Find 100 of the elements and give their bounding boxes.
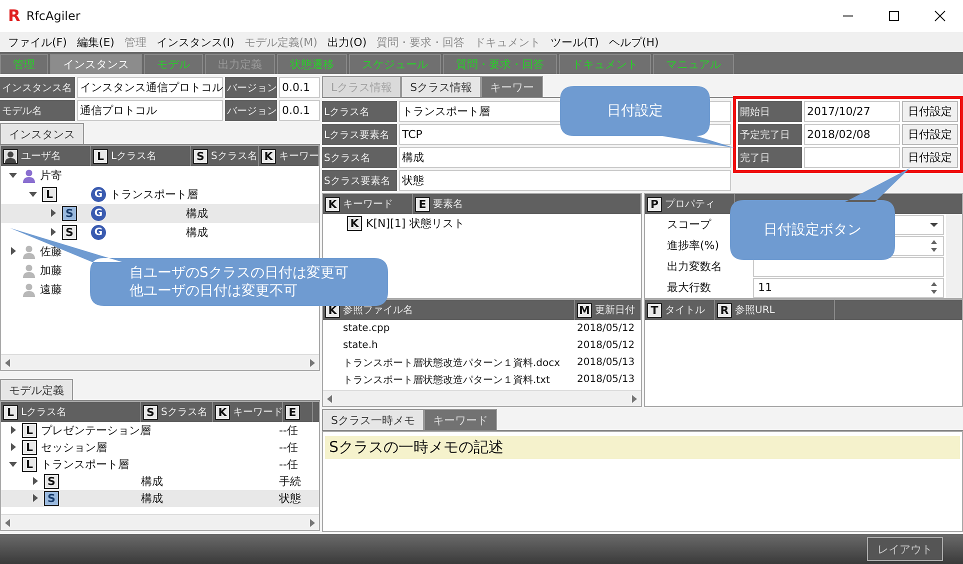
letter-icon: K xyxy=(261,148,276,164)
letter-icon: S xyxy=(143,404,158,420)
letter-icon: L xyxy=(22,457,37,472)
callout-text: 自ユーザのSクラスの日付は変更可 他ユーザの日付は変更不可 xyxy=(130,264,348,300)
close-icon[interactable] xyxy=(934,10,946,22)
tree-row[interactable]: S G 構成 xyxy=(1,223,319,242)
column-header[interactable]: プロパティ xyxy=(665,197,715,211)
expand-arrow-icon[interactable] xyxy=(9,426,18,435)
text-field[interactable]: 状態 xyxy=(399,170,731,191)
user-name: 加藤 xyxy=(40,263,62,278)
column-header[interactable]: キーワード xyxy=(233,405,283,419)
expand-arrow-icon[interactable] xyxy=(9,247,18,256)
letter-icon: K xyxy=(325,196,340,212)
tab[interactable]: キーワード xyxy=(424,409,497,430)
table-cell: --任 xyxy=(279,423,298,438)
collapse-arrow-icon[interactable] xyxy=(9,171,18,180)
text-field[interactable]: インスタンス通信プロトコル xyxy=(77,77,223,98)
spin-arrows-icon[interactable] xyxy=(929,238,939,252)
user-name: 遠藤 xyxy=(40,282,62,297)
menu-item[interactable]: 出力(O) xyxy=(327,34,367,50)
expand-arrow-icon[interactable] xyxy=(49,228,58,237)
callout-text: 日付設定 xyxy=(607,102,663,120)
user-name: 片寄 xyxy=(40,168,62,183)
date-set-button[interactable]: 日付設定 xyxy=(902,101,958,122)
tree-label: トランスポート層 xyxy=(41,457,129,472)
spin-arrows-icon[interactable] xyxy=(929,280,939,294)
tree-label: 構成 xyxy=(186,206,208,221)
memo-text[interactable]: Sクラスの一時メモの記述 xyxy=(325,436,960,459)
field-label: インスタンス名 xyxy=(0,77,75,98)
field-label: バージョン xyxy=(225,77,277,98)
tree-row[interactable]: S 構成 手続 xyxy=(1,473,319,490)
tree-row[interactable]: S 構成 状態 xyxy=(1,490,319,507)
text-field[interactable]: 0.0.1 xyxy=(279,100,320,121)
column-header[interactable]: タイトル xyxy=(665,303,705,317)
tree-label: 構成 xyxy=(141,491,163,506)
menu-item[interactable]: ヘルプ(H) xyxy=(608,34,659,50)
expand-arrow-icon[interactable] xyxy=(31,477,40,486)
field-label: 開始日 xyxy=(738,101,802,122)
table-cell: K[N][1] xyxy=(366,217,406,230)
column-header[interactable]: Sクラス名 xyxy=(211,149,258,163)
file-name: トランスポート層状態改造パターン１資料.txt xyxy=(343,374,550,386)
letter-icon: M xyxy=(577,302,592,318)
menu-item[interactable]: ツール(T) xyxy=(550,34,599,50)
tree-row[interactable]: L セッション層 --任 xyxy=(1,439,319,456)
layout-button[interactable]: レイアウト xyxy=(867,537,943,561)
tree-row[interactable]: L プレゼンテーション層 --任 xyxy=(1,422,319,439)
letter-icon: E xyxy=(285,404,300,420)
collapse-arrow-icon[interactable] xyxy=(9,460,18,469)
letter-icon: S xyxy=(193,148,208,164)
field-label: 完了日 xyxy=(738,147,802,168)
column-header[interactable]: Lクラス名 xyxy=(111,149,157,163)
letter-icon: R xyxy=(717,302,732,318)
table-cell: 2018/05/13 xyxy=(577,357,635,368)
field-label: Sクラス名 xyxy=(322,147,397,168)
table-cell: 手続 xyxy=(279,474,301,489)
app-logo: R xyxy=(8,8,20,24)
dropdown-arrow-icon[interactable] xyxy=(929,220,939,228)
tab[interactable]: Sクラス一時メモ xyxy=(322,409,424,430)
menu-item[interactable]: 編集(E) xyxy=(76,34,114,50)
menu-item[interactable]: インスタンス(I) xyxy=(156,34,234,50)
tree-label: トランスポート層 xyxy=(110,187,198,202)
expand-arrow-icon[interactable] xyxy=(9,443,18,452)
tab[interactable]: キーワー xyxy=(481,76,544,97)
column-header[interactable]: 更新日付 xyxy=(595,303,635,317)
column-header[interactable]: Sクラス名 xyxy=(161,405,208,419)
tab[interactable]: モデル定義 xyxy=(0,379,73,400)
date-set-button[interactable]: 日付設定 xyxy=(902,124,958,145)
maximize-icon[interactable] xyxy=(888,10,900,22)
tree-row[interactable]: S G 構成 xyxy=(1,204,319,223)
text-field[interactable]: 0.0.1 xyxy=(279,77,320,98)
date-set-button[interactable]: 日付設定 xyxy=(902,147,958,168)
column-header[interactable]: Lクラス名 xyxy=(21,405,67,419)
table-cell: --任 xyxy=(279,457,298,472)
letter-icon: L xyxy=(93,148,108,164)
g-icon: G xyxy=(91,187,106,202)
menu-item[interactable]: ファイル(F) xyxy=(8,34,67,50)
field-value: 11 xyxy=(758,281,772,294)
column-header[interactable]: キーワード xyxy=(343,197,393,211)
tree-row[interactable]: L トランスポート層 --任 xyxy=(1,456,319,473)
text-field[interactable]: 構成 xyxy=(399,147,731,168)
tab[interactable]: Sクラス情報 xyxy=(401,76,482,97)
field-label: Lクラス要素名 xyxy=(322,124,397,145)
expand-arrow-icon[interactable] xyxy=(31,494,40,503)
field-label: Sクラス要素名 xyxy=(322,170,397,191)
date-field[interactable] xyxy=(804,147,900,168)
column-header[interactable]: キーワー xyxy=(279,149,319,163)
property-label: スコープ xyxy=(667,217,712,232)
column-header[interactable]: ユーザ名 xyxy=(21,149,61,163)
tab[interactable]: インスタンス xyxy=(0,123,84,144)
collapse-arrow-icon[interactable] xyxy=(29,190,38,199)
input-field[interactable]: 11 xyxy=(753,278,944,298)
scrollbar[interactable] xyxy=(946,214,962,298)
table-cell: 状態リスト xyxy=(410,216,465,231)
date-field[interactable]: 2018/02/08 xyxy=(804,124,900,145)
field-label: 予定完了日 xyxy=(738,124,802,145)
expand-arrow-icon[interactable] xyxy=(49,209,58,218)
column-header[interactable]: 参照URL xyxy=(735,303,775,317)
column-header[interactable]: 要素名 xyxy=(433,197,463,211)
text-field[interactable]: 通信プロトコル xyxy=(77,100,223,121)
date-field[interactable]: 2017/10/27 xyxy=(804,101,900,122)
